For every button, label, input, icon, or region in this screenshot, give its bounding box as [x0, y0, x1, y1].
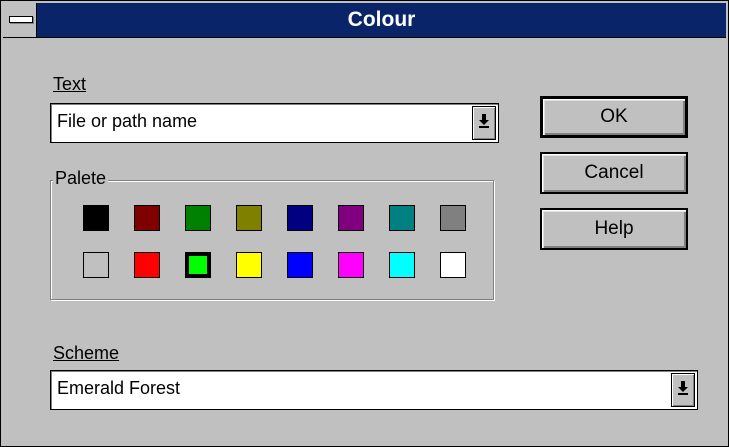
swatch-silver[interactable] — [83, 252, 109, 278]
swatch-magenta[interactable] — [338, 252, 364, 278]
help-button[interactable]: Help — [540, 208, 688, 250]
scheme-combo-value: Emerald Forest — [57, 378, 181, 398]
dropdown-arrow-icon — [479, 114, 489, 128]
scheme-dropdown-button[interactable] — [671, 373, 695, 407]
cancel-button-label: Cancel — [584, 162, 644, 183]
swatch-blue[interactable] — [287, 252, 313, 278]
scheme-label-text: Scheme — [53, 343, 120, 363]
ok-button[interactable]: OK — [540, 96, 688, 138]
cancel-button[interactable]: Cancel — [540, 152, 688, 194]
swatch-gray[interactable] — [440, 205, 466, 231]
swatch-teal[interactable] — [389, 205, 415, 231]
swatch-purple[interactable] — [338, 205, 364, 231]
swatch-red[interactable] — [134, 252, 160, 278]
swatch-yellow[interactable] — [236, 252, 262, 278]
swatch-black[interactable] — [83, 205, 109, 231]
system-menu-icon — [9, 16, 33, 23]
swatch-olive[interactable] — [236, 205, 262, 231]
palette-label: Palete — [53, 168, 109, 189]
scheme-combo[interactable]: Emerald Forest — [50, 370, 698, 410]
window-title: Colour — [347, 8, 416, 31]
dropdown-arrow-icon — [678, 381, 688, 395]
swatch-white[interactable] — [440, 252, 466, 278]
swatch-green[interactable] — [185, 205, 211, 231]
palette-group — [50, 180, 494, 300]
text-dropdown-button[interactable] — [472, 106, 496, 140]
help-button-label: Help — [594, 218, 634, 239]
text-combo-value: File or path name — [57, 111, 198, 131]
title-bar[interactable]: Colour — [3, 3, 726, 38]
swatch-maroon[interactable] — [134, 205, 160, 231]
text-label: Text — [53, 74, 86, 95]
text-label-text: Text — [53, 74, 87, 94]
swatch-lime[interactable] — [185, 252, 211, 278]
ok-button-label: OK — [600, 106, 628, 127]
swatch-navy[interactable] — [287, 205, 313, 231]
system-menu-button[interactable] — [3, 3, 37, 37]
swatch-cyan[interactable] — [389, 252, 415, 278]
colour-dialog: Colour Text File or path name OK Cancel … — [0, 0, 729, 447]
text-combo[interactable]: File or path name — [50, 103, 499, 143]
scheme-label: Scheme — [53, 343, 119, 364]
